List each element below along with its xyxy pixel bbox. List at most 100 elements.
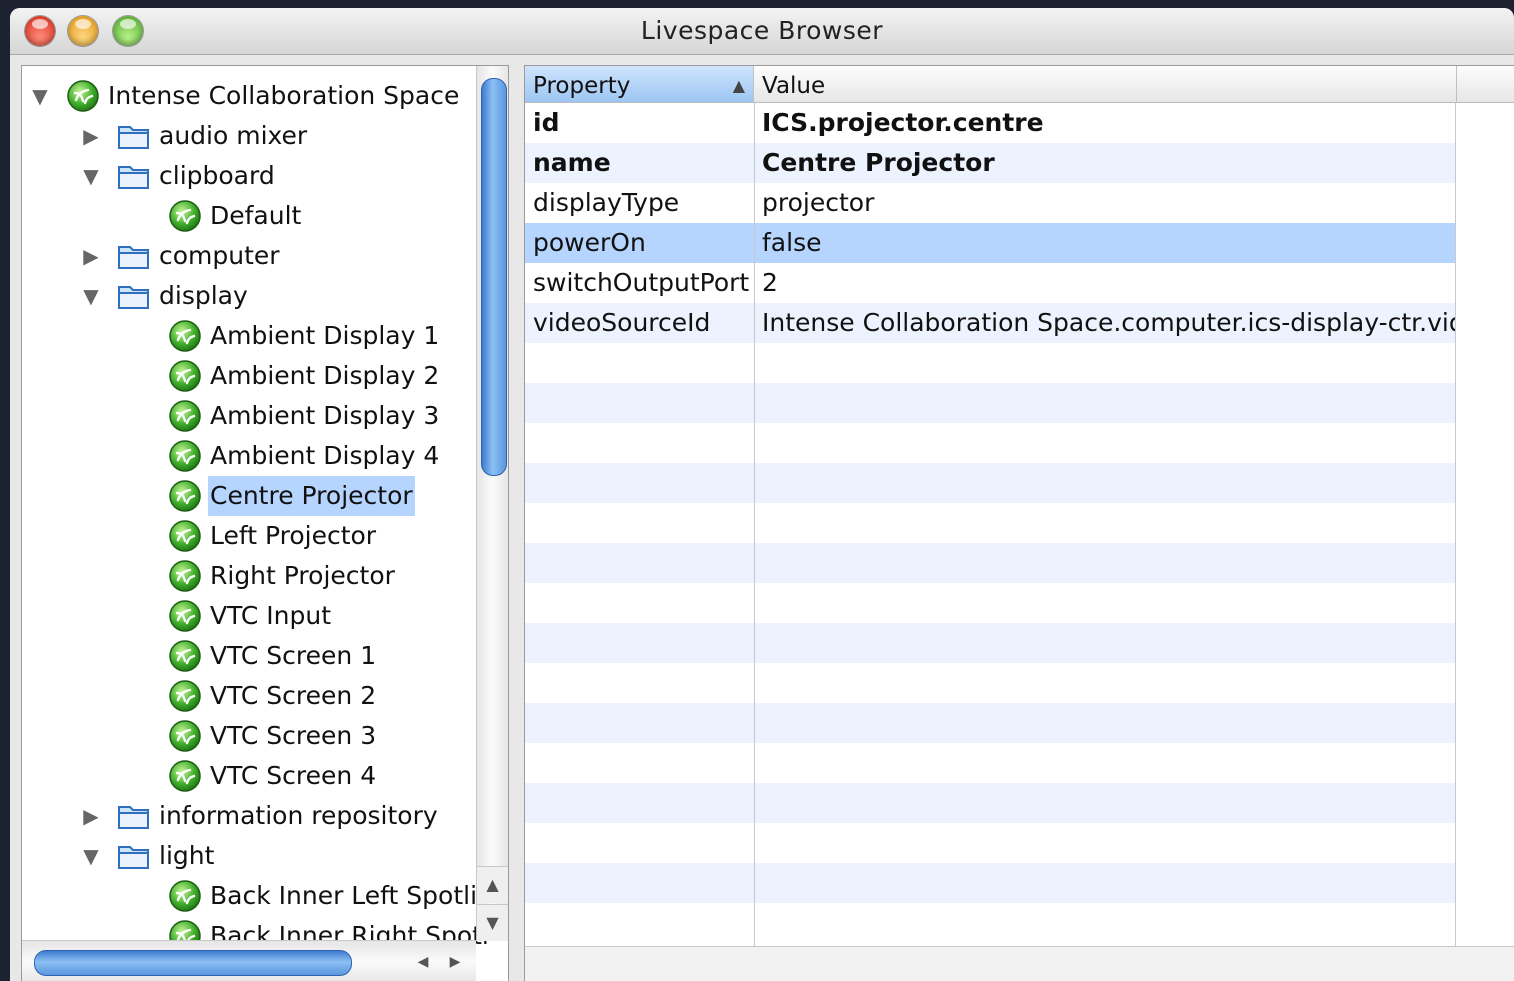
table-row-empty — [525, 863, 1455, 903]
folder-icon — [117, 162, 151, 190]
folder-icon — [117, 282, 151, 310]
tree-horizontal-scroll-thumb[interactable] — [34, 950, 352, 976]
table-row[interactable]: videoSourceId Intense Collaboration Space… — [525, 303, 1455, 343]
tree-row[interactable]: Ambient Display 1 — [22, 316, 476, 356]
property-table[interactable]: Property ▲ Value videoSourceId Intense Co… — [524, 65, 1514, 981]
livespace-node-icon — [168, 879, 202, 913]
value-cell[interactable]: false — [754, 223, 1455, 263]
tree-row-label: VTC Screen 2 — [210, 681, 377, 710]
column-divider — [754, 103, 755, 981]
tree-row[interactable]: VTC Screen 1 — [22, 636, 476, 676]
table-row-empty — [525, 823, 1455, 863]
tree-row-label: VTC Screen 3 — [210, 721, 377, 750]
tree-row[interactable]: Centre Projector — [22, 476, 476, 516]
table-row-empty — [525, 783, 1455, 823]
scroll-right-arrow-icon[interactable]: ▶ — [442, 950, 468, 974]
table-row-empty — [525, 543, 1455, 583]
livespace-node-icon — [168, 199, 202, 233]
tree-row-label: Left Projector — [210, 521, 377, 550]
tree-row[interactable]: Ambient Display 3 — [22, 396, 476, 436]
tree-row-label: Centre Projector — [208, 476, 415, 516]
table-row-empty — [525, 463, 1455, 503]
table-row[interactable]: switchOutputPort 2 — [525, 263, 1455, 303]
tree-row-label: VTC Screen 1 — [210, 641, 377, 670]
table-row-empty — [525, 343, 1455, 383]
sort-ascending-icon: ▲ — [732, 76, 745, 95]
tree-row[interactable]: VTC Screen 2 — [22, 676, 476, 716]
livespace-node-icon — [168, 479, 202, 513]
column-header-label: Property — [533, 73, 631, 99]
tree-row-label: Ambient Display 2 — [210, 361, 440, 390]
tree-horizontal-scrollbar[interactable]: ◀ ▶ — [22, 940, 476, 981]
tree-row-label: Intense Collaboration Space — [108, 81, 460, 110]
value-cell[interactable]: Centre Projector — [754, 143, 1455, 183]
folder-icon — [117, 122, 151, 150]
disclosure-open-icon[interactable]: ▼ — [81, 166, 101, 186]
livespace-node-icon — [168, 359, 202, 393]
column-header-label: Value — [762, 73, 826, 99]
title-bar[interactable]: Livespace Browser — [10, 8, 1514, 55]
disclosure-closed-icon[interactable]: ▶ — [81, 246, 101, 266]
tree-row[interactable]: VTC Screen 4 — [22, 756, 476, 796]
table-row-empty — [525, 383, 1455, 423]
livespace-node-icon — [168, 719, 202, 753]
table-row-empty — [525, 583, 1455, 623]
property-cell: switchOutputPort — [533, 268, 750, 297]
tree-row[interactable]: ▼ light — [22, 836, 476, 876]
value-cell[interactable]: Intense Collaboration Space.computer.ics… — [754, 303, 1455, 343]
scroll-down-arrow-icon[interactable]: ▼ — [476, 904, 508, 941]
scroll-up-arrow-icon[interactable]: ▲ — [476, 866, 508, 903]
tree-row[interactable]: ▼ clipboard — [22, 156, 476, 196]
livespace-node-icon — [168, 599, 202, 633]
tree-row[interactable]: Back Inner Left Spotlig — [22, 876, 493, 916]
value-cell[interactable]: ICS.projector.centre — [754, 103, 1455, 143]
tree-row[interactable]: ▶ information repository — [22, 796, 476, 836]
value-cell[interactable]: projector — [754, 183, 1455, 223]
tree-row[interactable]: ▼ Intense Collaboration Space — [22, 76, 476, 116]
main-window: Livespace Browser ▼ Intense Collaboration… — [10, 8, 1514, 981]
column-header-property[interactable]: Property ▲ — [525, 66, 754, 102]
tree-row[interactable]: ▶ audio mixer — [22, 116, 476, 156]
livespace-tree[interactable]: ▼ Intense Collaboration Space ▶ audio mixer… — [21, 65, 509, 981]
table-row-empty — [525, 623, 1455, 663]
tree-row-label: VTC Input — [210, 601, 332, 630]
folder-icon — [117, 842, 151, 870]
disclosure-closed-icon[interactable]: ▶ — [81, 806, 101, 826]
disclosure-open-icon[interactable]: ▼ — [30, 86, 50, 106]
tree-row[interactable]: VTC Input — [22, 596, 476, 636]
table-row[interactable]: id ICS.projector.centre — [525, 103, 1455, 143]
livespace-node-icon — [168, 439, 202, 473]
tree-row[interactable]: VTC Screen 3 — [22, 716, 476, 756]
tree-row[interactable]: Right Projector — [22, 556, 476, 596]
tree-vertical-scrollbar[interactable] — [476, 66, 508, 940]
tree-vertical-scroll-thumb[interactable] — [481, 78, 507, 476]
table-row[interactable]: name Centre Projector — [525, 143, 1455, 183]
tree-row[interactable]: Ambient Display 2 — [22, 356, 476, 396]
property-cell: powerOn — [533, 228, 646, 257]
column-header-value[interactable]: Value — [754, 66, 1457, 102]
property-cell: displayType — [533, 188, 680, 217]
tree-row-label: information repository — [159, 801, 438, 830]
tree-row-label: Ambient Display 3 — [210, 401, 440, 430]
disclosure-open-icon[interactable]: ▼ — [81, 846, 101, 866]
folder-icon — [117, 242, 151, 270]
livespace-node-icon — [168, 399, 202, 433]
tree-row-label: clipboard — [159, 161, 275, 190]
tree-row[interactable]: Ambient Display 4 — [22, 436, 476, 476]
disclosure-open-icon[interactable]: ▼ — [81, 286, 101, 306]
tree-row[interactable]: Default — [22, 196, 476, 236]
table-row-empty — [525, 743, 1455, 783]
table-row[interactable]: displayType projector — [525, 183, 1455, 223]
tree-row-label: light — [159, 841, 215, 870]
column-divider — [1455, 103, 1456, 981]
tree-row[interactable]: ▶ computer — [22, 236, 476, 276]
disclosure-closed-icon[interactable]: ▶ — [81, 126, 101, 146]
scroll-left-arrow-icon[interactable]: ◀ — [410, 950, 436, 974]
table-row[interactable]: powerOn false — [525, 223, 1455, 263]
tree-row[interactable]: ▼ display — [22, 276, 476, 316]
value-cell[interactable]: 2 — [754, 263, 1455, 303]
tree-row[interactable]: Left Projector — [22, 516, 476, 556]
table-row-empty — [525, 903, 1455, 943]
table-row-empty — [525, 503, 1455, 543]
livespace-node-icon — [168, 639, 202, 673]
